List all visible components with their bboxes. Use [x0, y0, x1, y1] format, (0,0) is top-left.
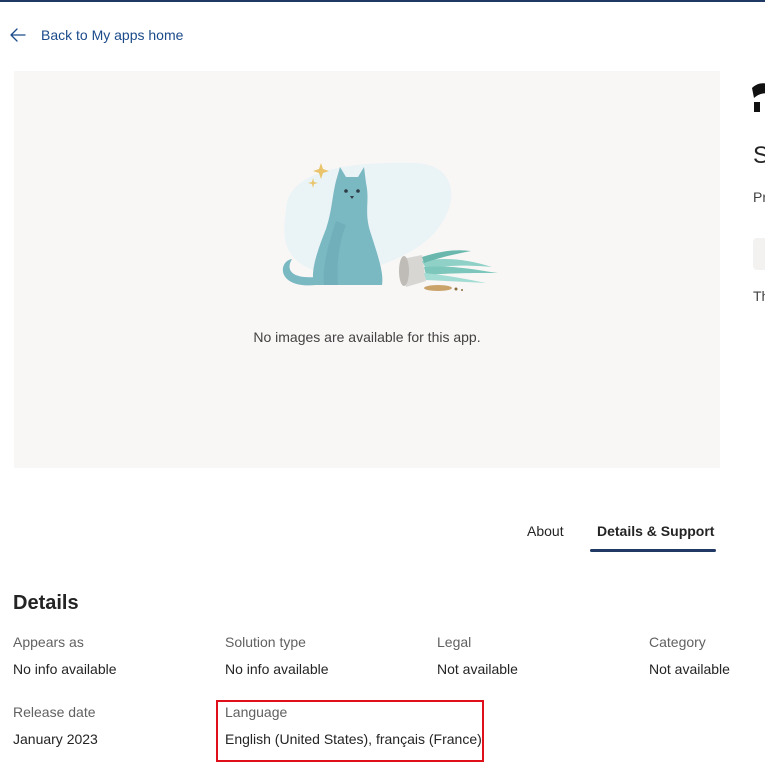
cat-with-plant-pot-illustration	[266, 161, 506, 301]
appears-as-label: Appears as	[13, 634, 84, 650]
solution-type-value: No info available	[225, 661, 329, 677]
no-images-message: No images are available for this app.	[253, 329, 481, 345]
language-highlight-box	[216, 700, 484, 762]
category-label: Category	[649, 634, 706, 650]
back-link-label: Back to My apps home	[41, 27, 184, 43]
arrow-left-icon	[10, 28, 26, 42]
legal-value: Not available	[437, 661, 518, 677]
selected-tab-indicator	[590, 549, 716, 552]
top-border	[0, 0, 765, 2]
release-date-value: January 2023	[13, 731, 98, 747]
app-name: S	[753, 142, 765, 169]
category-value: Not available	[649, 661, 730, 677]
legal-label: Legal	[437, 634, 472, 650]
app-action-button[interactable]	[753, 238, 765, 270]
app-publisher: Pr	[753, 189, 765, 205]
back-to-my-apps-link[interactable]: Back to My apps home	[10, 24, 183, 46]
solution-type-label: Solution type	[225, 634, 306, 650]
tab-about[interactable]: About	[527, 523, 564, 553]
app-description: Th	[753, 288, 765, 304]
app-logo-icon	[752, 80, 765, 112]
release-date-label: Release date	[13, 704, 96, 720]
appears-as-value: No info available	[13, 661, 117, 677]
app-image-gallery: No images are available for this app.	[14, 71, 720, 468]
details-heading: Details	[13, 592, 79, 614]
